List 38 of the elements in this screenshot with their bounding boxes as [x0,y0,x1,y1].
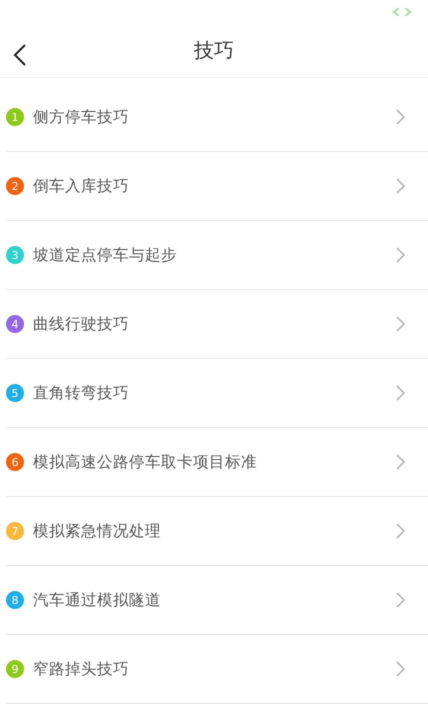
item-label: 倒车入库技巧 [33,176,130,196]
number-badge: 4 [6,315,24,333]
number-badge: 2 [6,177,24,195]
chevron-right-icon [396,247,406,263]
chevron-right-icon [396,661,406,677]
chevron-right-icon [396,109,406,125]
chevron-right-icon [396,178,406,194]
number-badge: 3 [6,246,24,264]
list-item[interactable]: 1 侧方停车技巧 [6,83,428,152]
list-item[interactable]: 4 曲线行驶技巧 [6,290,428,359]
list-item[interactable]: 2 倒车入库技巧 [6,152,428,221]
list-item[interactable]: 3 坡道定点停车与起步 [6,221,428,290]
number-badge: 6 [6,453,24,471]
page-title: 技巧 [194,37,234,64]
item-label: 侧方停车技巧 [33,106,130,128]
list-item[interactable]: 5 直角转弯技巧 [6,359,428,428]
chevron-right-icon [396,592,406,608]
chevrons-icon [390,7,414,18]
chevron-right-icon [396,316,406,332]
item-label: 坡道定点停车与起步 [33,244,178,266]
number-badge: 5 [6,384,24,402]
item-label: 曲线行驶技巧 [33,314,130,334]
list-item[interactable]: 9 窄路掉头技巧 [6,635,428,704]
number-badge: 1 [6,108,24,126]
item-label: 汽车通过模拟隧道 [33,590,162,610]
item-label: 模拟紧急情况处理 [33,520,162,542]
number-badge: 8 [6,591,24,609]
item-label: 模拟高速公路停车取卡项目标准 [33,452,258,472]
list-item[interactable]: 6 模拟高速公路停车取卡项目标准 [6,428,428,497]
chevron-right-icon [396,523,406,539]
item-label: 窄路掉头技巧 [33,658,130,680]
list-item[interactable]: 7 模拟紧急情况处理 [6,497,428,566]
number-badge: 7 [6,522,24,540]
item-label: 直角转弯技巧 [33,382,130,404]
number-badge: 9 [6,660,24,678]
list-item[interactable]: 8 汽车通过模拟隧道 [6,566,428,635]
chevron-right-icon [396,385,406,401]
chevron-right-icon [396,454,406,470]
